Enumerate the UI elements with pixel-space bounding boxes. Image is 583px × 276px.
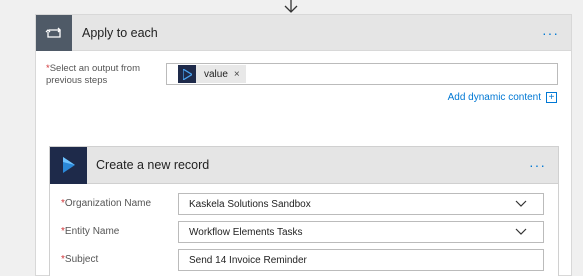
select-output-label: *Select an output from previous steps bbox=[46, 63, 166, 86]
dynamics-play-icon bbox=[50, 146, 87, 184]
field-label: *Subject bbox=[61, 254, 98, 265]
token-remove-icon[interactable]: × bbox=[234, 69, 240, 80]
apply-to-each-header[interactable]: Apply to each ··· bbox=[36, 14, 571, 51]
organization-name-dropdown[interactable]: Kaskela Solutions Sandbox bbox=[178, 193, 544, 215]
subject-row: *Subject Send 14 Invoice Reminder bbox=[50, 249, 560, 271]
create-record-header[interactable]: Create a new record ··· bbox=[50, 146, 558, 184]
entity-name-row: *Entity Name Workflow Elements Tasks bbox=[50, 221, 560, 243]
subject-label: Subject bbox=[64, 254, 99, 265]
entity-name-label: Entity Name bbox=[64, 226, 120, 237]
plus-box-icon: + bbox=[546, 92, 557, 103]
subject-input[interactable]: Send 14 Invoice Reminder bbox=[178, 249, 544, 271]
dynamics-play-icon bbox=[178, 65, 196, 83]
more-options-icon[interactable]: ··· bbox=[542, 26, 559, 40]
dynamic-token[interactable]: value × bbox=[178, 65, 246, 83]
organization-name-value: Kaskela Solutions Sandbox bbox=[189, 198, 311, 210]
more-options-icon[interactable]: ··· bbox=[529, 158, 546, 172]
create-record-title: Create a new record bbox=[96, 158, 210, 172]
select-output-input[interactable]: value × bbox=[166, 63, 558, 85]
subject-value: Send 14 Invoice Reminder bbox=[189, 254, 307, 266]
apply-to-each-title: Apply to each bbox=[82, 25, 158, 40]
chevron-down-icon bbox=[515, 200, 527, 207]
organization-name-label: Organization Name bbox=[64, 198, 152, 209]
add-dynamic-content-link[interactable]: Add dynamic content + bbox=[448, 92, 557, 103]
entity-name-value: Workflow Elements Tasks bbox=[189, 226, 303, 238]
flow-designer-canvas: Apply to each ··· *Select an output from… bbox=[0, 0, 583, 276]
chevron-down-icon bbox=[515, 228, 527, 235]
apply-to-each-card: Apply to each ··· *Select an output from… bbox=[35, 14, 572, 276]
field-label: *Organization Name bbox=[61, 198, 151, 209]
select-output-label-text: Select an output from previous steps bbox=[46, 63, 141, 86]
create-record-card: Create a new record ··· *Organization Na… bbox=[49, 146, 559, 276]
loop-icon bbox=[36, 14, 72, 51]
organization-name-row: *Organization Name Kaskela Solutions San… bbox=[50, 193, 560, 215]
token-label: value bbox=[204, 68, 228, 80]
down-arrow-icon bbox=[284, 0, 298, 13]
entity-name-dropdown[interactable]: Workflow Elements Tasks bbox=[178, 221, 544, 243]
field-label: *Entity Name bbox=[61, 226, 119, 237]
add-dynamic-content-label: Add dynamic content bbox=[447, 92, 541, 103]
